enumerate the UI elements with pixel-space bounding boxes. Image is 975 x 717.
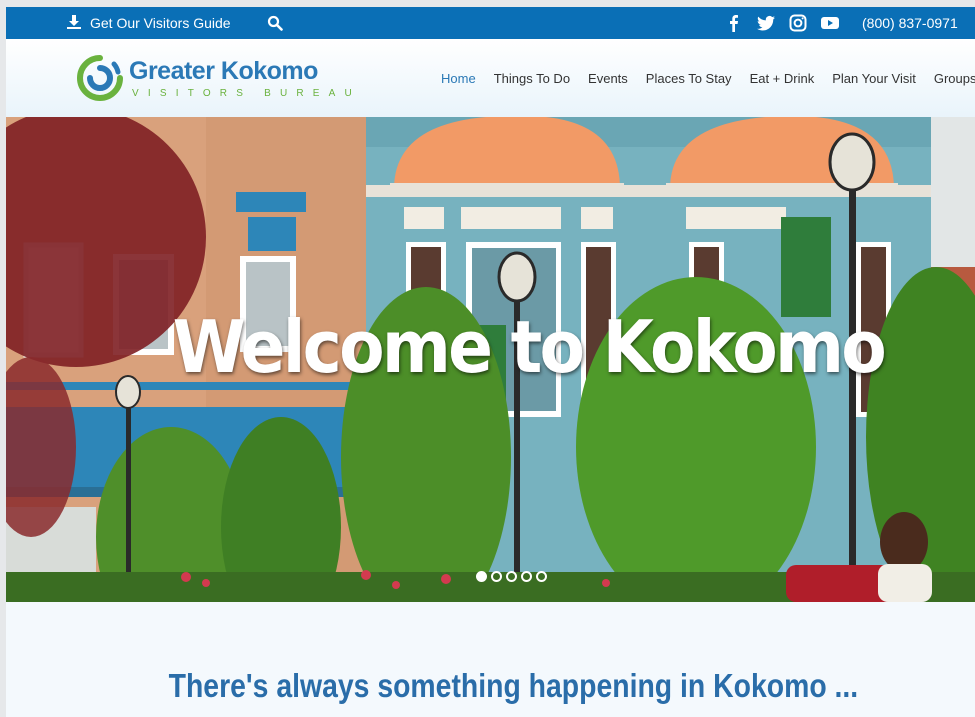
intro-section: There's always something happening in Ko… [6,602,975,717]
slider-dot[interactable] [491,571,502,582]
visitors-guide-label: Get Our Visitors Guide [90,15,231,31]
site-header: Greater Kokomo VISITORS BUREAU Home Thin… [6,39,975,117]
site-logo[interactable]: Greater Kokomo VISITORS BUREAU [74,52,352,104]
nav-item-home[interactable]: Home [441,71,476,86]
youtube-icon[interactable] [820,13,840,33]
slider-pagination [476,571,547,582]
slider-dot[interactable] [476,571,487,582]
download-icon [66,14,82,33]
search-icon[interactable] [267,15,283,31]
nav-item-groups[interactable]: Groups [934,71,975,86]
logo-subtitle: VISITORS BUREAU [132,88,361,99]
social-links [724,13,840,33]
nav-item-events[interactable]: Events [588,71,628,86]
top-utility-bar: Get Our Visitors Guide (800) 837-0971 [6,7,975,39]
nav-item-places-to-stay[interactable]: Places To Stay [646,71,732,86]
logo-name: Greater Kokomo [129,57,318,85]
facebook-icon[interactable] [724,13,744,33]
nav-item-eat-drink[interactable]: Eat + Drink [750,71,815,86]
hero-title: Welcome to Kokomo [172,305,887,389]
visitors-guide-link[interactable]: Get Our Visitors Guide [66,7,231,39]
hero-slider[interactable]: Welcome to Kokomo [6,117,975,602]
slider-dot[interactable] [521,571,532,582]
logo-swirl-icon [74,52,126,104]
slider-dot[interactable] [506,571,517,582]
slider-dot[interactable] [536,571,547,582]
main-nav: Home Things To Do Events Places To Stay … [441,39,975,117]
instagram-icon[interactable] [788,13,808,33]
section-heading: There's always something happening in Ko… [168,667,859,704]
nav-item-plan-your-visit[interactable]: Plan Your Visit [832,71,916,86]
twitter-icon[interactable] [756,13,776,33]
nav-item-things-to-do[interactable]: Things To Do [494,71,570,86]
phone-number[interactable]: (800) 837-0971 [862,7,958,39]
